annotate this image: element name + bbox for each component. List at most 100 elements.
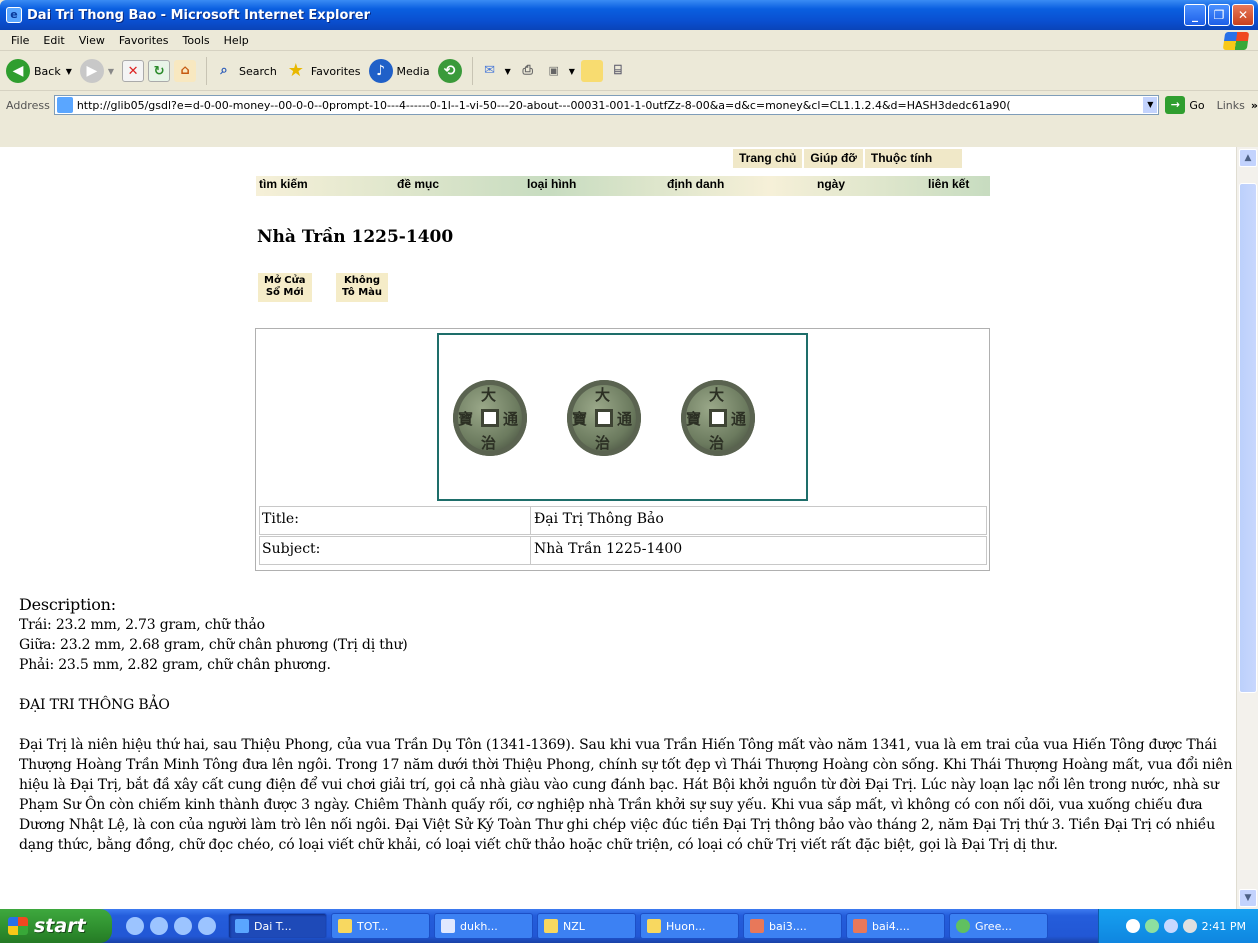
scroll-thumb[interactable] [1239,183,1257,693]
home-icon[interactable]: ⌂ [174,60,197,82]
menu-tools[interactable]: Tools [176,34,217,47]
favorites-label: Favorites [310,64,361,78]
nav-home[interactable]: Trang chủ [733,149,803,168]
discuss-icon[interactable] [580,60,603,82]
field-value: Đại Trị Thông Bảo [530,507,986,534]
page-icon [56,97,73,113]
task-label: bai4.... [872,919,910,933]
media-icon: ♪ [368,59,393,83]
close-button[interactable]: ✕ [1232,4,1254,26]
coin-image[interactable]: 大通 治寶 大通 治寶 大通 治寶 [437,333,808,501]
media-player-icon[interactable] [198,917,216,935]
desktop-icon[interactable] [126,917,144,935]
coin-middle: 大通 治寶 [567,380,641,456]
task-folder[interactable]: TOT... [331,913,430,939]
task-greenstone[interactable]: Gree... [949,913,1048,939]
taskbar: start Dai T... TOT... dukh... NZL Huon..… [0,909,1258,943]
nav-help[interactable]: Giúp đỡ [804,149,863,168]
page-title: Nhà Trần 1225-1400 [257,227,454,247]
scroll-down-icon[interactable]: ▼ [1239,889,1257,907]
ie-icon: e [6,7,22,23]
scroll-up-icon[interactable]: ▲ [1239,149,1257,167]
address-url[interactable]: http://glib05/gsdl?e=d-0-00-money--00-0-… [77,99,1011,112]
go-arrow-icon: → [1165,96,1186,114]
research-icon[interactable]: ⌸ [607,60,629,82]
task-powerpoint[interactable]: bai4.... [846,913,945,939]
task-folder[interactable]: NZL [537,913,636,939]
links-toolbar[interactable]: Links [1217,99,1245,112]
history-icon[interactable]: ⟲ [437,59,462,83]
minimize-button[interactable]: _ [1184,4,1206,26]
network-icon[interactable] [1144,919,1159,933]
refresh-icon[interactable]: ↻ [148,60,171,82]
mail-dropdown-icon[interactable]: ▼ [505,67,511,76]
windows-flag-icon [8,917,28,935]
menu-edit[interactable]: Edit [36,34,71,47]
title-bar[interactable]: e Dai Tri Thong Bao - Microsoft Internet… [0,0,1258,30]
table-row: Title: Đại Trị Thông Bảo [259,506,987,535]
nav-subjects[interactable]: đề mục [397,177,439,191]
go-label: Go [1189,98,1205,112]
forward-dropdown-icon[interactable]: ▼ [108,67,114,76]
standard-toolbar: ◀ Back ▼ ▶ ▼ ✕ ↻ ⌂ ⌕ Search ★ Favorites … [0,52,1258,91]
address-label: Address [6,98,50,112]
ie-icon [235,919,249,933]
favorites-button[interactable]: ★ Favorites [285,60,361,82]
nav-links[interactable]: liên kết [928,177,969,191]
restore-button[interactable]: ❐ [1208,4,1230,26]
coin-left: 大通 治寶 [453,380,527,456]
toolbar-separator [471,57,473,85]
stop-icon[interactable]: ✕ [122,60,145,82]
task-word[interactable]: dukh... [434,913,533,939]
back-button[interactable]: ◀ Back ▼ [6,59,72,83]
search-button[interactable]: ⌕ Search [213,60,276,82]
go-button[interactable]: → Go [1165,96,1205,114]
word-doc-icon [441,919,455,933]
folder-icon [647,919,661,933]
edit-dropdown-icon[interactable]: ▼ [569,67,575,76]
menu-file[interactable]: File [4,34,36,47]
address-dropdown-icon[interactable]: ▼ [1142,96,1159,114]
description-paragraph: Đại Trị là niên hiệu thứ hai, sau Thiệu … [19,737,1233,853]
new-window-button[interactable]: Mở Cửa Sổ Mới [258,273,312,302]
task-label: NZL [563,919,585,933]
edit-icon[interactable]: ▣ [543,60,565,82]
task-ie[interactable]: Dai T... [228,913,327,939]
nav-identifiers[interactable]: định danh [667,177,724,191]
clock[interactable]: 2:41 PM [1202,920,1246,933]
start-button[interactable]: start [0,909,112,943]
menu-help[interactable]: Help [217,34,256,47]
volume-icon[interactable] [1182,919,1197,933]
media-button[interactable]: ♪ Media [368,59,430,83]
ie-quicklaunch-icon[interactable] [150,917,168,935]
tray-expand-icon[interactable] [1125,919,1140,933]
folder-icon [338,919,352,933]
nav-dates[interactable]: ngày [817,177,845,191]
menu-view[interactable]: View [72,34,112,47]
back-dropdown-icon[interactable]: ▼ [66,67,72,76]
field-value: Nhà Trần 1225-1400 [530,537,986,564]
top-navigation: Trang chủ Giúp đỡ Thuộc tính [733,149,964,168]
menu-favorites[interactable]: Favorites [112,34,176,47]
print-icon[interactable]: ⎙ [517,60,539,82]
nav-preferences[interactable]: Thuộc tính [864,149,963,168]
monitor-icon[interactable] [1163,919,1178,933]
messenger-icon[interactable] [174,917,192,935]
nav-types[interactable]: loại hình [527,177,576,191]
nav-search[interactable]: tìm kiếm [259,177,308,191]
task-label: Huon... [666,919,706,933]
vertical-scrollbar[interactable]: ▲ ▼ [1236,147,1258,909]
coin-right: 大通 治寶 [681,380,755,456]
forward-button[interactable]: ▶ ▼ [79,59,114,83]
start-label: start [34,915,86,937]
address-input[interactable]: http://glib05/gsdl?e=d-0-00-money--00-0-… [53,95,1160,115]
no-color-button[interactable]: Không Tô Màu [336,273,389,302]
no-color-label-2: Tô Màu [342,287,383,298]
task-label: Gree... [975,919,1012,933]
description-line: Trái: 23.2 mm, 2.73 gram, chữ thảo [19,617,265,633]
task-powerpoint[interactable]: bai3.... [743,913,842,939]
mail-icon[interactable]: ✉ [479,60,501,82]
folder-icon [544,919,558,933]
task-folder[interactable]: Huon... [640,913,739,939]
chevron-right-icon[interactable]: » [1251,99,1258,112]
